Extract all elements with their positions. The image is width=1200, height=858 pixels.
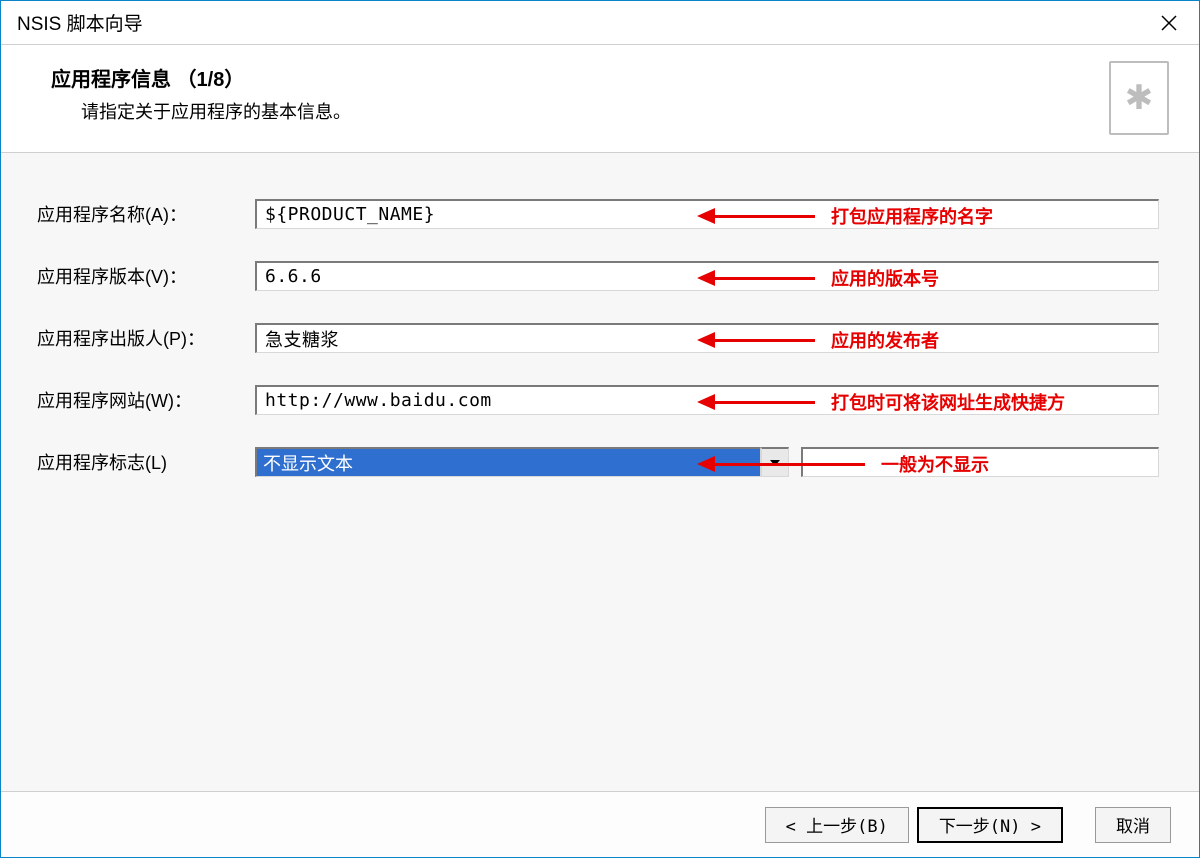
close-button[interactable] — [1139, 1, 1199, 45]
label-app-publisher: 应用程序出版人(P)： — [37, 325, 255, 351]
select-app-logo-value: 不显示文本 — [263, 450, 353, 476]
close-icon — [1161, 15, 1177, 31]
label-app-version: 应用程序版本(V)： — [37, 263, 255, 289]
wizard-window: NSIS 脚本向导 应用程序信息 （1/8） 请指定关于应用程序的基本信息。 ✱… — [0, 0, 1200, 858]
input-app-publisher[interactable] — [255, 323, 1159, 353]
row-app-website: 应用程序网站(W)： 打包时可将该网址生成快捷方 — [37, 383, 1159, 417]
back-button[interactable]: < 上一步(B) — [765, 807, 909, 843]
titlebar: NSIS 脚本向导 — [1, 1, 1199, 45]
wizard-page-icon: ✱ — [1109, 61, 1169, 135]
next-button[interactable]: 下一步(N) > — [917, 807, 1063, 843]
row-app-publisher: 应用程序出版人(P)： 应用的发布者 — [37, 321, 1159, 355]
chevron-down-icon — [770, 460, 780, 466]
window-title: NSIS 脚本向导 — [17, 9, 143, 36]
row-app-name: 应用程序名称(A)： 打包应用程序的名字 — [37, 197, 1159, 231]
header-text: 应用程序信息 （1/8） 请指定关于应用程序的基本信息。 — [51, 59, 351, 124]
input-app-name[interactable] — [255, 199, 1159, 229]
label-app-name: 应用程序名称(A)： — [37, 201, 255, 227]
label-app-website: 应用程序网站(W)： — [37, 387, 255, 413]
input-app-version[interactable] — [255, 261, 1159, 291]
star-icon: ✱ — [1125, 81, 1154, 115]
wizard-footer: < 上一步(B) 下一步(N) > 取消 — [1, 791, 1199, 857]
header-title: 应用程序信息 （1/8） — [51, 63, 351, 92]
cancel-button[interactable]: 取消 — [1095, 807, 1171, 843]
row-app-logo: 应用程序标志(L) 不显示文本 一般为不显示 — [37, 445, 1159, 479]
wizard-header: 应用程序信息 （1/8） 请指定关于应用程序的基本信息。 ✱ — [1, 45, 1199, 153]
select-app-logo[interactable]: 不显示文本 — [255, 447, 761, 477]
input-app-website[interactable] — [255, 385, 1159, 415]
header-subtitle: 请指定关于应用程序的基本信息。 — [51, 98, 351, 124]
select-app-logo-dropdown-button[interactable] — [761, 447, 789, 477]
input-app-logo-path[interactable] — [801, 447, 1159, 477]
row-app-version: 应用程序版本(V)： 应用的版本号 — [37, 259, 1159, 293]
label-app-logo: 应用程序标志(L) — [37, 449, 255, 475]
form-area: 应用程序名称(A)： 打包应用程序的名字 应用程序版本(V)： 应用的版本号 应… — [1, 153, 1199, 791]
